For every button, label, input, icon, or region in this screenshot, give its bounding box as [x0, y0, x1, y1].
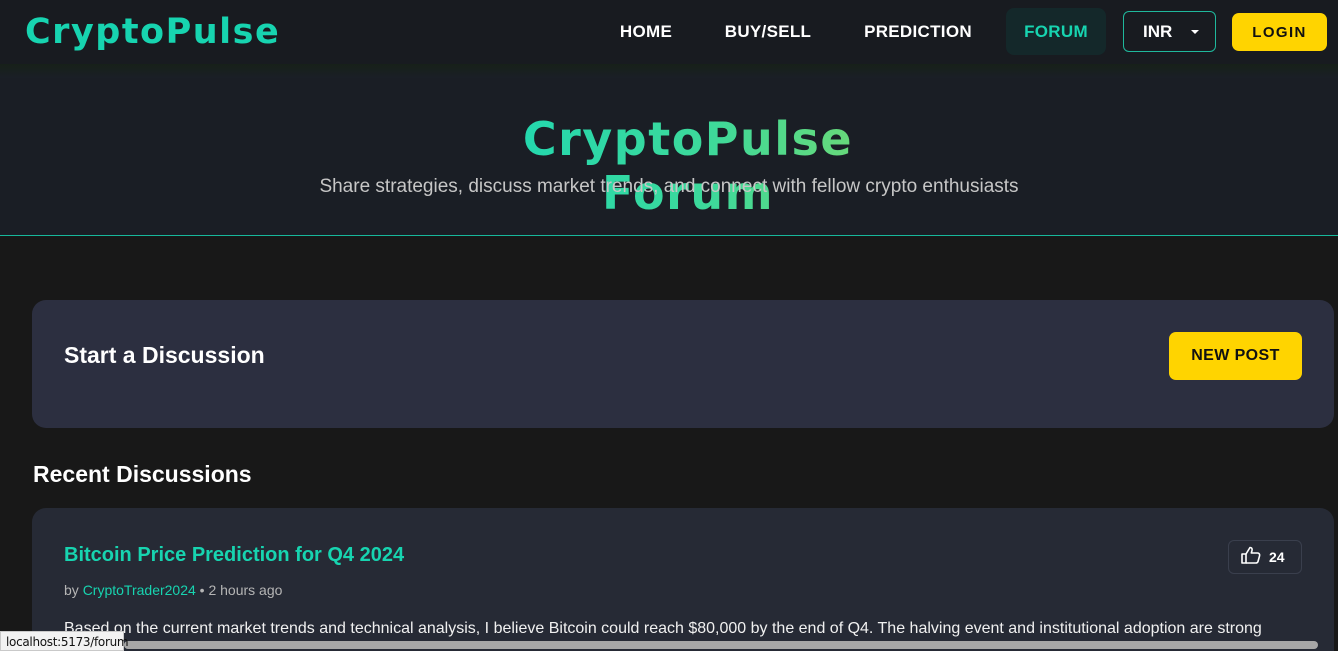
start-discussion-card: Start a Discussion NEW POST	[32, 300, 1334, 428]
post-timestamp: • 2 hours ago	[199, 582, 283, 598]
like-button[interactable]: 24	[1228, 540, 1302, 574]
chevron-down-icon	[1191, 29, 1200, 34]
site-logo[interactable]: CryptoPulse	[25, 12, 280, 52]
top-navbar: CryptoPulse HOME BUY/SELL PREDICTION FOR…	[0, 0, 1338, 64]
horizontal-scrollbar[interactable]	[124, 641, 1318, 649]
currency-value: INR	[1143, 21, 1173, 41]
currency-select[interactable]: INR	[1123, 11, 1216, 52]
nav-link-home[interactable]: HOME	[604, 8, 688, 55]
status-bar-url: localhost:5173/forum	[0, 631, 129, 651]
post-title[interactable]: Bitcoin Price Prediction for Q4 2024	[64, 544, 404, 567]
page-title: CryptoPulse Forum	[443, 112, 933, 220]
post-body: Based on the current market trends and t…	[64, 620, 1262, 637]
post-by-label: by	[64, 582, 79, 598]
nav-link-prediction[interactable]: PREDICTION	[850, 8, 986, 55]
post-author-link[interactable]: CryptoTrader2024	[83, 582, 196, 598]
login-button[interactable]: LOGIN	[1232, 13, 1327, 51]
navbar-divider	[0, 64, 1338, 78]
nav-link-forum[interactable]: FORUM	[1006, 8, 1106, 55]
start-discussion-title: Start a Discussion	[64, 342, 265, 368]
discussion-post-card[interactable]: Bitcoin Price Prediction for Q4 2024 by …	[32, 508, 1334, 651]
forum-hero: CryptoPulse Forum Share strategies, disc…	[0, 78, 1338, 236]
nav-link-buy-sell[interactable]: BUY/SELL	[712, 8, 824, 55]
post-meta: by CryptoTrader2024 • 2 hours ago	[64, 582, 282, 598]
thumbs-up-icon-svg	[1241, 546, 1261, 564]
page-subtitle: Share strategies, discuss market trends,…	[319, 176, 1019, 197]
thumbs-up-icon	[1241, 546, 1261, 569]
like-count: 24	[1269, 549, 1285, 565]
new-post-button[interactable]: NEW POST	[1169, 332, 1302, 380]
recent-discussions-heading: Recent Discussions	[33, 461, 252, 487]
